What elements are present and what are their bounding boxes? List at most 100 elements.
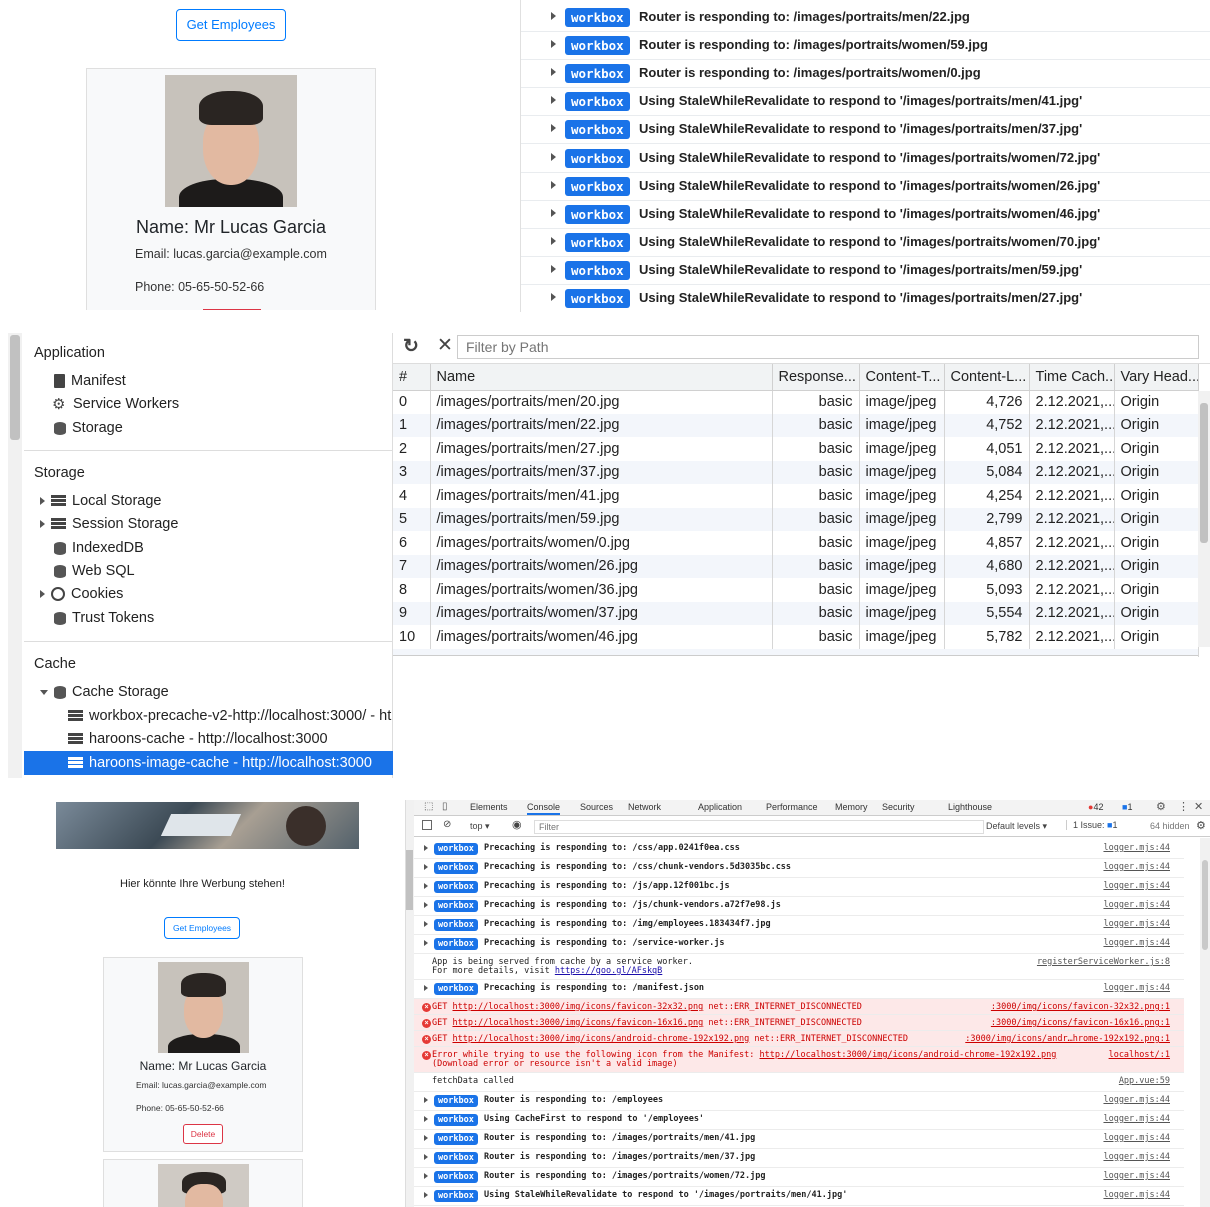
sidebar-item-manifest[interactable]: Manifest [54, 373, 126, 389]
console-row[interactable]: workbox Using CacheFirst to respond to '/… [414, 1111, 1184, 1130]
console-row[interactable]: workbox Using StaleWhileRevalidate to res… [521, 116, 1210, 145]
table-row[interactable]: 6/images/portraits/women/0.jpg basic image… [393, 531, 1199, 555]
issues-button[interactable]: 1 Issue: ■1 [1066, 820, 1118, 830]
console-source-link[interactable]: :3000/img/icons/favicon-32x32.png:1 [991, 1002, 1170, 1012]
console-row[interactable]: workbox Router is responding to: /images/… [521, 4, 1210, 32]
column-header[interactable]: # [393, 364, 431, 391]
table-row[interactable]: 2/images/portraits/men/27.jpg basic image/… [393, 437, 1199, 461]
more-icon[interactable]: ⋮ [1178, 800, 1189, 813]
expand-icon[interactable] [551, 236, 556, 245]
collapse-icon[interactable] [40, 689, 48, 695]
inspect-icon[interactable]: ⬚ [424, 801, 433, 812]
expand-icon[interactable] [40, 520, 45, 529]
console-source-link[interactable]: logger.mjs:44 [1103, 1095, 1170, 1105]
column-header[interactable]: Response... [772, 364, 860, 391]
cache-entry-haroons-cache[interactable]: haroons-cache - http://localhost:3000 [68, 731, 328, 747]
get-employees-button[interactable]: Get Employees [164, 917, 240, 939]
console-source-link[interactable]: logger.mjs:44 [1103, 938, 1170, 948]
console-row[interactable]: workbox Precaching is responding to: /css… [414, 859, 1184, 878]
table-row[interactable]: 8/images/portraits/women/36.jpg basic imag… [393, 578, 1199, 602]
console-source-link[interactable]: :3000/img/icons/andr…hrome-192x192.png:1 [965, 1034, 1170, 1044]
console-source-link[interactable]: logger.mjs:44 [1103, 919, 1170, 929]
device-icon[interactable]: ▯ [442, 801, 448, 812]
expand-icon[interactable] [551, 12, 556, 20]
tab-performance[interactable]: Performance [766, 802, 818, 812]
console-row[interactable]: workbox Using StaleWhileRevalidate to res… [521, 257, 1210, 285]
expand-icon[interactable] [424, 940, 428, 946]
expand-icon[interactable] [424, 1135, 428, 1141]
tab-security[interactable]: Security [882, 802, 915, 812]
expand-icon[interactable] [551, 180, 556, 189]
console-link[interactable]: http://localhost:3000/img/icons/favicon-… [452, 1018, 703, 1028]
expand-icon[interactable] [424, 1154, 428, 1160]
table-row[interactable]: 7/images/portraits/women/26.jpg basic imag… [393, 554, 1199, 578]
expand-icon[interactable] [40, 497, 45, 506]
console-row[interactable]: × GET http://localhost:3000/img/icons/and… [414, 1031, 1184, 1047]
column-header[interactable]: Content-T... [859, 364, 945, 391]
cache-entry-haroons-image-cache[interactable]: haroons-image-cache - http://localhost:3… [24, 751, 393, 775]
console-source-link[interactable]: logger.mjs:44 [1103, 1133, 1170, 1143]
table-row[interactable]: 1/images/portraits/men/22.jpg basic image/… [393, 413, 1199, 437]
console-link[interactable]: http://localhost:3000/img/icons/android-… [452, 1034, 749, 1044]
console-row[interactable]: workbox Precaching is responding to: /js/… [414, 897, 1184, 916]
expand-icon[interactable] [424, 883, 428, 889]
filter-path-input[interactable] [457, 335, 1199, 359]
delete-button-partial[interactable] [203, 309, 261, 310]
console-row[interactable]: × GET http://localhost:3000/img/icons/fav… [414, 1015, 1184, 1031]
tab-elements[interactable]: Elements [470, 802, 508, 812]
console-row[interactable]: workbox Using StaleWhileRevalidate to res… [521, 88, 1210, 117]
console-source-link[interactable]: App.vue:59 [1119, 1076, 1170, 1086]
sidebar-toggle-icon[interactable] [422, 820, 432, 830]
expand-icon[interactable] [551, 293, 556, 301]
expand-icon[interactable] [551, 40, 556, 49]
expand-icon[interactable] [551, 264, 556, 273]
expand-icon[interactable] [424, 921, 428, 927]
sidebar-item-session-storage[interactable]: Session Storage [40, 516, 178, 532]
refresh-icon[interactable]: ↻ [403, 335, 419, 358]
console-row[interactable]: × GET http://localhost:3000/img/icons/fav… [414, 999, 1184, 1015]
console-link[interactable]: http://localhost:3000/img/icons/favicon-… [452, 1002, 703, 1012]
table-row[interactable]: 9/images/portraits/women/37.jpg basic imag… [393, 601, 1199, 625]
column-header[interactable]: Name [430, 364, 773, 391]
console-row[interactable]: workbox Router is responding to: /employe… [414, 1092, 1184, 1111]
expand-icon[interactable] [424, 985, 428, 991]
console-row[interactable]: workbox Using StaleWhileRevalidate to res… [521, 145, 1210, 173]
console-source-link[interactable]: logger.mjs:44 [1103, 843, 1170, 853]
console-row[interactable]: workbox Router is responding to: /images/… [414, 1168, 1184, 1187]
tab-application[interactable]: Application [698, 802, 742, 812]
console-row[interactable]: workbox Router is responding to: /images/… [414, 1149, 1184, 1168]
expand-icon[interactable] [424, 1097, 428, 1103]
expand-icon[interactable] [551, 124, 556, 133]
console-row[interactable]: workbox Router is responding to: /images/… [414, 1130, 1184, 1149]
expand-icon[interactable] [551, 68, 556, 77]
sidebar-item-trust-tokens[interactable]: Trust Tokens [54, 610, 154, 626]
clear-icon[interactable]: ✕ [437, 334, 453, 357]
console-row[interactable]: × Error while trying to use the following… [414, 1047, 1184, 1073]
expand-icon[interactable] [551, 152, 556, 161]
console-row[interactable]: workbox Router is responding to: /images/… [521, 32, 1210, 61]
expand-icon[interactable] [424, 902, 428, 908]
console-source-link[interactable]: logger.mjs:44 [1103, 1114, 1170, 1124]
column-header[interactable]: Vary Head... [1114, 364, 1199, 391]
table-row[interactable]: 0/images/portraits/men/20.jpg basic image/… [393, 390, 1199, 414]
console-source-link[interactable]: localhost/:1 [1109, 1050, 1170, 1060]
sidebar-item-indexeddb[interactable]: IndexedDB [54, 540, 144, 556]
context-select[interactable]: top ▾ [470, 821, 490, 832]
table-row[interactable]: 5/images/portraits/men/59.jpg basic image/… [393, 507, 1199, 531]
sidebar-item-cookies[interactable]: Cookies [40, 586, 123, 602]
get-employees-button[interactable]: Get Employees [176, 9, 286, 41]
console-row[interactable]: workbox Precaching is responding to: /css… [414, 840, 1184, 859]
console-source-link[interactable]: logger.mjs:44 [1103, 983, 1170, 993]
console-row[interactable]: workbox Precaching is responding to: /js/… [414, 878, 1184, 897]
console-source-link[interactable]: logger.mjs:44 [1103, 1190, 1170, 1200]
sidebar-item-web-sql[interactable]: Web SQL [54, 563, 135, 579]
message-count-badge[interactable]: ■1 [1122, 802, 1132, 812]
console-source-link[interactable]: logger.mjs:44 [1103, 862, 1170, 872]
console-row[interactable]: workbox Precaching is responding to: /man… [414, 980, 1184, 999]
sidebar-item-service-workers[interactable]: ⚙ Service Workers [52, 396, 179, 412]
column-header[interactable]: Content-L... [944, 364, 1030, 391]
sidebar-item-local-storage[interactable]: Local Storage [40, 493, 161, 509]
tab-console[interactable]: Console [527, 802, 561, 815]
eye-icon[interactable]: ◉ [512, 818, 522, 831]
table-row[interactable]: 4/images/portraits/men/41.jpg basic image/… [393, 484, 1199, 508]
